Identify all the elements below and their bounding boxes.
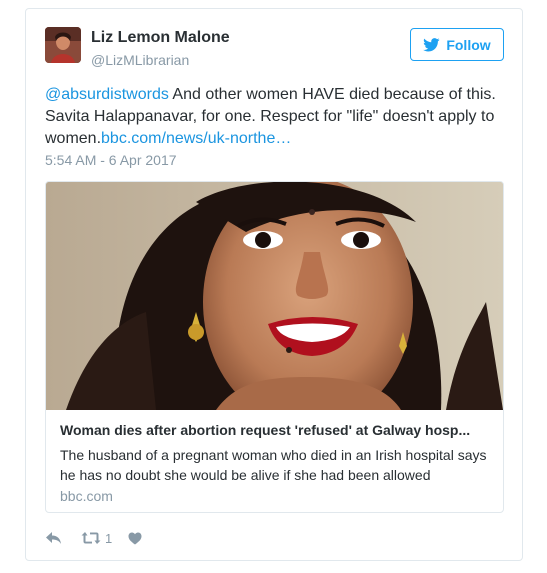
reply-icon	[46, 532, 61, 544]
link-preview-card[interactable]: Woman dies after abortion request 'refus…	[45, 181, 504, 513]
article-link[interactable]: bbc.com/news/uk-northe…	[101, 130, 291, 147]
retweet-count: 1	[105, 530, 113, 546]
card-description: The husband of a pregnant woman who died…	[60, 447, 487, 483]
retweet-button[interactable]: 1	[81, 531, 112, 546]
twitter-bird-icon	[423, 37, 440, 51]
card-title[interactable]: Woman dies after abortion request 'refus…	[60, 422, 492, 438]
retweet-icon	[81, 532, 101, 544]
follow-button-label: Follow	[446, 36, 491, 53]
follow-button[interactable]: Follow	[410, 28, 504, 61]
article-photo[interactable]	[46, 182, 503, 410]
tweet-text: @absurdistwords And other women HAVE die…	[45, 84, 507, 150]
reply-button[interactable]	[45, 531, 62, 545]
tweet-timestamp[interactable]: 5:54 AM - 6 Apr 2017	[45, 152, 177, 168]
tweet-actions: 1	[45, 528, 142, 548]
mention-link[interactable]: @absurdistwords	[45, 86, 169, 103]
user-display-name[interactable]: Liz Lemon Malone	[91, 29, 230, 47]
card-domain: bbc.com	[60, 488, 113, 504]
tweet-card: Liz Lemon Malone @LizMLibrarian Follow @…	[25, 8, 523, 561]
user-avatar[interactable]	[45, 27, 81, 63]
heart-icon	[128, 532, 142, 544]
user-handle[interactable]: @LizMLibrarian	[91, 52, 189, 68]
like-button[interactable]	[128, 532, 142, 545]
